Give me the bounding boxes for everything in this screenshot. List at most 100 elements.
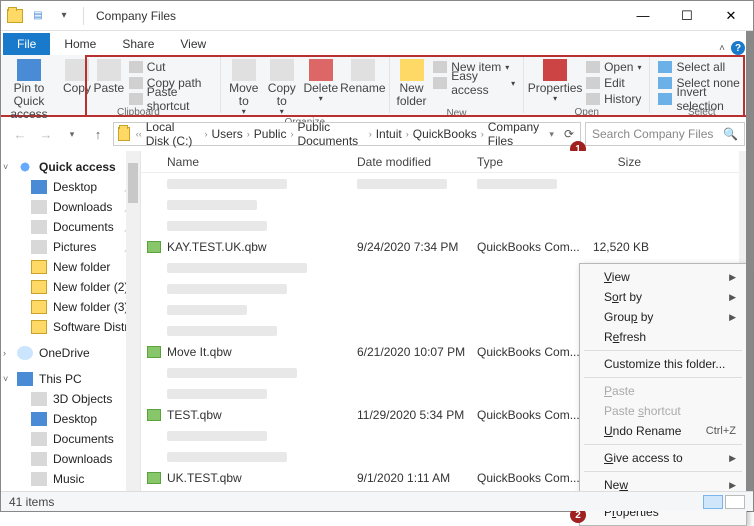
tab-view[interactable]: View	[168, 33, 218, 55]
crumb-intuit[interactable]: Intuit	[374, 127, 404, 141]
crumb-public[interactable]: Public	[252, 127, 289, 141]
breadcrumb-bar[interactable]: ‹‹ Local Disk (C:)› Users› Public› Publi…	[113, 122, 581, 146]
crumb-company-files[interactable]: Company Files	[486, 120, 546, 148]
recent-locations-button[interactable]: ▾	[61, 123, 83, 145]
column-size[interactable]: Size	[589, 155, 649, 169]
qat-save-icon[interactable]: ▤	[27, 5, 49, 27]
select-all-button[interactable]: Select all	[654, 59, 749, 75]
chevron-right-icon[interactable]: ›	[245, 129, 252, 139]
menu-undo-rename[interactable]: Undo RenameCtrl+Z	[580, 421, 746, 441]
crumb-quickbooks[interactable]: QuickBooks	[411, 127, 479, 141]
column-type[interactable]: Type	[477, 155, 589, 169]
nav-software-distr[interactable]: Software Distr	[1, 317, 140, 337]
address-dropdown-icon[interactable]: ▾	[549, 129, 554, 140]
nav-3d-objects[interactable]: 3D Objects	[1, 389, 140, 409]
nav-downloads-pc[interactable]: Downloads	[1, 449, 140, 469]
nav-documents[interactable]: Documents📌	[1, 217, 140, 237]
chevron-right-icon: ▶	[729, 272, 736, 283]
pin-to-quick-access-button[interactable]: Pin to Quick access	[5, 57, 53, 122]
list-item[interactable]	[141, 173, 753, 194]
nav-documents-pc[interactable]: Documents	[1, 429, 140, 449]
details-view-button[interactable]	[703, 495, 723, 509]
paste-shortcut-button[interactable]: Paste shortcut	[125, 91, 216, 107]
menu-refresh[interactable]: Refresh	[580, 327, 746, 347]
address-bar-row: ← → ▾ ↑ ‹‹ Local Disk (C:)› Users› Publi…	[1, 117, 753, 151]
column-date[interactable]: Date modified	[357, 155, 477, 169]
properties-button[interactable]: Properties▾	[528, 57, 582, 107]
menu-give-access-to[interactable]: Give access to▶	[580, 448, 746, 468]
nav-quick-access[interactable]: ˅Quick access	[1, 157, 140, 177]
chevron-right-icon[interactable]: ›	[288, 129, 295, 139]
nav-pictures[interactable]: Pictures📌	[1, 237, 140, 257]
new-folder-button[interactable]: New folder	[394, 57, 429, 108]
search-input[interactable]: Search Company Files 🔍	[585, 122, 745, 146]
tab-share[interactable]: Share	[110, 33, 166, 55]
crumb-public-documents[interactable]: Public Documents	[295, 120, 366, 148]
column-name[interactable]: Name	[167, 155, 357, 169]
easy-access-button[interactable]: Easy access ▾	[429, 75, 519, 91]
help-icon[interactable]: ?	[731, 41, 745, 55]
crumb-local-disk[interactable]: Local Disk (C:)	[144, 120, 203, 148]
nav-desktop[interactable]: Desktop📌	[1, 177, 140, 197]
maximize-button[interactable]: ☐	[665, 1, 709, 31]
tab-file[interactable]: File	[3, 33, 50, 55]
menu-group-by[interactable]: Group by▶	[580, 307, 746, 327]
menu-paste: Paste	[580, 381, 746, 401]
list-item[interactable]	[141, 194, 753, 215]
delete-button[interactable]: Delete▾	[301, 57, 341, 117]
chevron-right-icon[interactable]: ›	[202, 129, 209, 139]
close-button[interactable]: ✕	[709, 1, 753, 31]
folder-icon	[7, 9, 23, 23]
nav-onedrive[interactable]: ›OneDrive	[1, 343, 140, 363]
large-icons-view-button[interactable]	[725, 495, 745, 509]
nav-new-folder-3[interactable]: New folder (3)	[1, 297, 140, 317]
status-bar: 41 items	[1, 491, 753, 511]
qat-dropdown-icon[interactable]: ▾	[53, 5, 75, 27]
qbw-file-icon	[147, 472, 161, 484]
chevron-right-icon: ▶	[729, 292, 736, 303]
menu-view[interactable]: View▶	[580, 267, 746, 287]
move-to-button[interactable]: Move to▾	[225, 57, 263, 117]
nav-new-folder[interactable]: New folder	[1, 257, 140, 277]
chevron-icon[interactable]: ‹‹	[134, 129, 144, 139]
minimize-ribbon-icon[interactable]: ˄	[719, 43, 725, 54]
list-item[interactable]	[141, 215, 753, 236]
group-open-label: Open	[575, 107, 599, 119]
menu-sort-by[interactable]: Sort by▶	[580, 287, 746, 307]
up-button[interactable]: ↑	[87, 123, 109, 145]
copy-button[interactable]: Copy	[61, 57, 93, 107]
tab-home[interactable]: Home	[52, 33, 108, 55]
crumb-users[interactable]: Users	[209, 127, 244, 141]
invert-selection-button[interactable]: Invert selection	[654, 91, 749, 107]
edit-button[interactable]: Edit	[582, 75, 645, 91]
forward-button[interactable]: →	[35, 123, 57, 145]
chevron-right-icon: ▶	[729, 453, 736, 464]
qbw-file-icon	[147, 346, 161, 358]
nav-this-pc[interactable]: ˅This PC	[1, 369, 140, 389]
group-clipboard-label: Clipboard	[117, 107, 160, 119]
chevron-right-icon[interactable]: ›	[479, 129, 486, 139]
nav-new-folder-2[interactable]: New folder (2)	[1, 277, 140, 297]
nav-desktop-pc[interactable]: Desktop	[1, 409, 140, 429]
minimize-button[interactable]: —	[621, 1, 665, 31]
chevron-right-icon[interactable]: ›	[404, 129, 411, 139]
paste-button[interactable]: Paste	[93, 57, 125, 107]
chevron-right-icon: ▶	[729, 480, 736, 491]
chevron-right-icon[interactable]: ›	[367, 129, 374, 139]
copy-to-button[interactable]: Copy to▾	[263, 57, 301, 117]
nav-downloads[interactable]: Downloads📌	[1, 197, 140, 217]
history-button[interactable]: History	[582, 91, 645, 107]
window-edge	[746, 31, 753, 491]
quick-access-toolbar: ▤ ▾	[1, 5, 88, 27]
open-button[interactable]: Open ▾	[582, 59, 645, 75]
cut-button[interactable]: Cut	[125, 59, 216, 75]
nav-music[interactable]: Music	[1, 469, 140, 489]
nav-scrollbar[interactable]	[126, 151, 140, 511]
menu-customize[interactable]: Customize this folder...	[580, 354, 746, 374]
search-icon[interactable]: 🔍	[723, 127, 738, 141]
refresh-button[interactable]: ⟳	[558, 127, 580, 141]
context-menu: View▶ Sort by▶ Group by▶ Refresh Customi…	[579, 263, 747, 526]
list-item[interactable]: KAY.TEST.UK.qbw9/24/2020 7:34 PMQuickBoo…	[141, 236, 753, 257]
rename-button[interactable]: Rename	[341, 57, 385, 117]
back-button[interactable]: ←	[9, 123, 31, 145]
